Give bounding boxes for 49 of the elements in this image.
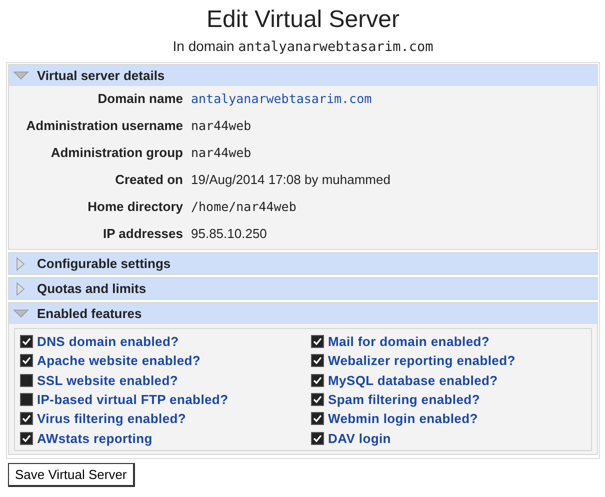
field-label: Domain name xyxy=(98,91,183,106)
checkbox[interactable] xyxy=(20,412,33,426)
feature-label[interactable]: Mail for domain enabled? xyxy=(328,334,490,350)
save-button[interactable]: Save Virtual Server xyxy=(8,462,135,487)
checkbox[interactable] xyxy=(311,354,324,368)
checkbox[interactable] xyxy=(311,374,324,387)
field-value: 95.85.10.250 xyxy=(191,225,267,243)
section-header[interactable]: Virtual server details xyxy=(9,65,597,86)
page-subtitle: In domain antalyanarwebtasarim.com xyxy=(172,38,434,56)
checkbox[interactable] xyxy=(311,335,324,348)
feature-label[interactable]: Apache website enabled? xyxy=(37,353,201,368)
feature-label[interactable]: Webmin login enabled? xyxy=(328,411,478,426)
checkbox[interactable] xyxy=(20,432,33,445)
feature-label[interactable]: SSL website enabled? xyxy=(37,372,178,388)
checkbox[interactable] xyxy=(20,354,33,368)
collapse-arrow-icon xyxy=(13,70,29,80)
domain-link[interactable]: antalyanarwebtasarim.com xyxy=(191,87,372,114)
field-label: IP addresses xyxy=(103,226,183,241)
feature-label[interactable]: IP-based virtual FTP enabled? xyxy=(37,392,228,408)
section-title: Configurable settings xyxy=(37,256,171,271)
feature-label[interactable]: Spam filtering enabled? xyxy=(328,392,480,408)
feature-label[interactable]: MySQL database enabled? xyxy=(328,372,498,388)
checkbox[interactable] xyxy=(20,393,33,406)
feature-label[interactable]: Virus filtering enabled? xyxy=(37,411,186,426)
feature-label[interactable]: AWstats reporting xyxy=(37,430,152,446)
checkbox[interactable] xyxy=(20,335,33,348)
section-title: Quotas and limits xyxy=(37,281,146,296)
field-label: Administration group xyxy=(50,145,183,160)
feature-label[interactable]: DAV login xyxy=(328,430,391,446)
checkbox[interactable] xyxy=(311,393,324,406)
checkbox[interactable] xyxy=(311,412,324,426)
field-label: Administration username xyxy=(26,118,183,133)
section-title: Enabled features xyxy=(37,306,142,321)
field-value: nar44web xyxy=(191,144,252,162)
collapse-arrow-icon xyxy=(13,308,29,318)
checkbox[interactable] xyxy=(20,374,33,387)
section-title: Virtual server details xyxy=(37,68,165,83)
section-header[interactable]: Configurable settings xyxy=(9,253,597,274)
feature-label[interactable]: DNS domain enabled? xyxy=(37,334,179,350)
section-header[interactable]: Quotas and limits xyxy=(9,278,597,299)
checkbox[interactable] xyxy=(311,432,324,445)
field-label: Home directory xyxy=(88,199,183,214)
field-label: Created on xyxy=(115,172,183,187)
field-value: 19/Aug/2014 17:08 by muhammed xyxy=(191,171,390,189)
field-value: nar44web xyxy=(191,117,252,135)
field-value: /home/nar44web xyxy=(191,198,296,216)
section-header[interactable]: Enabled features xyxy=(9,303,597,324)
feature-label[interactable]: Webalizer reporting enabled? xyxy=(328,353,516,368)
page-title: Edit Virtual Server xyxy=(206,5,400,35)
